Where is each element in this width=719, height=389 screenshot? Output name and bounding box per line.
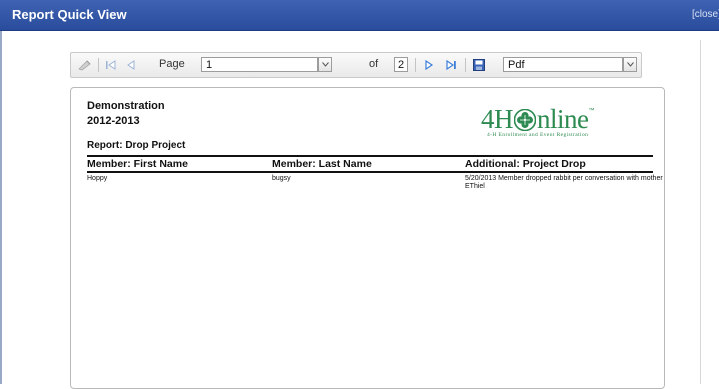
header-rule-bottom bbox=[87, 171, 653, 173]
logo-text-prefix: 4H bbox=[481, 104, 514, 134]
report-name: Report: Drop Project bbox=[87, 140, 186, 151]
clover-icon bbox=[514, 109, 536, 131]
page-dropdown-button[interactable] bbox=[318, 57, 332, 72]
window-title: Report Quick View bbox=[12, 7, 127, 22]
page-select[interactable]: 1 bbox=[201, 57, 318, 72]
logo-subtitle: 4-H Enrollment and Event Registration bbox=[487, 132, 589, 138]
export-format-select[interactable]: Pdf bbox=[503, 57, 623, 72]
logo-text-suffix: nline bbox=[537, 104, 589, 134]
cell-last-name: bugsy bbox=[272, 175, 291, 182]
first-page-icon[interactable] bbox=[103, 53, 119, 77]
cell-project-drop: 5/20/2013 Member dropped rabbit per conv… bbox=[465, 175, 663, 190]
logo-trademark: ™ bbox=[588, 108, 595, 114]
toolbar-separator bbox=[465, 58, 466, 72]
header-rule-top bbox=[87, 155, 653, 157]
report-viewer: Demonstration 2012-2013 Report: Drop Pro… bbox=[70, 87, 665, 389]
col-header-project-drop: Additional: Project Drop bbox=[465, 158, 586, 170]
right-divider bbox=[700, 40, 701, 384]
toolbar-separator bbox=[415, 58, 416, 72]
export-save-icon[interactable] bbox=[471, 53, 487, 77]
of-label: of bbox=[369, 58, 379, 70]
cell-first-name: Hoppy bbox=[87, 175, 108, 182]
report-toolbar: Page 1 of 2 Pdf bbox=[70, 52, 642, 78]
report-organization: Demonstration bbox=[87, 100, 165, 112]
close-link[interactable]: [close] bbox=[692, 9, 719, 20]
next-page-icon[interactable] bbox=[421, 53, 437, 77]
window-titlebar: Report Quick View [close] bbox=[0, 0, 719, 31]
toolbar-separator bbox=[98, 58, 99, 72]
report-year: 2012-2013 bbox=[87, 115, 140, 127]
previous-page-icon[interactable] bbox=[123, 53, 139, 77]
col-header-last-name: Member: Last Name bbox=[272, 158, 372, 170]
page-label: Page bbox=[159, 58, 185, 70]
col-header-first-name: Member: First Name bbox=[87, 158, 188, 170]
last-page-icon[interactable] bbox=[443, 53, 459, 77]
format-dropdown-button[interactable] bbox=[623, 57, 637, 72]
total-pages: 2 bbox=[394, 57, 408, 72]
refresh-icon[interactable] bbox=[77, 53, 93, 77]
4honline-logo: 4H nline™ bbox=[481, 96, 594, 134]
